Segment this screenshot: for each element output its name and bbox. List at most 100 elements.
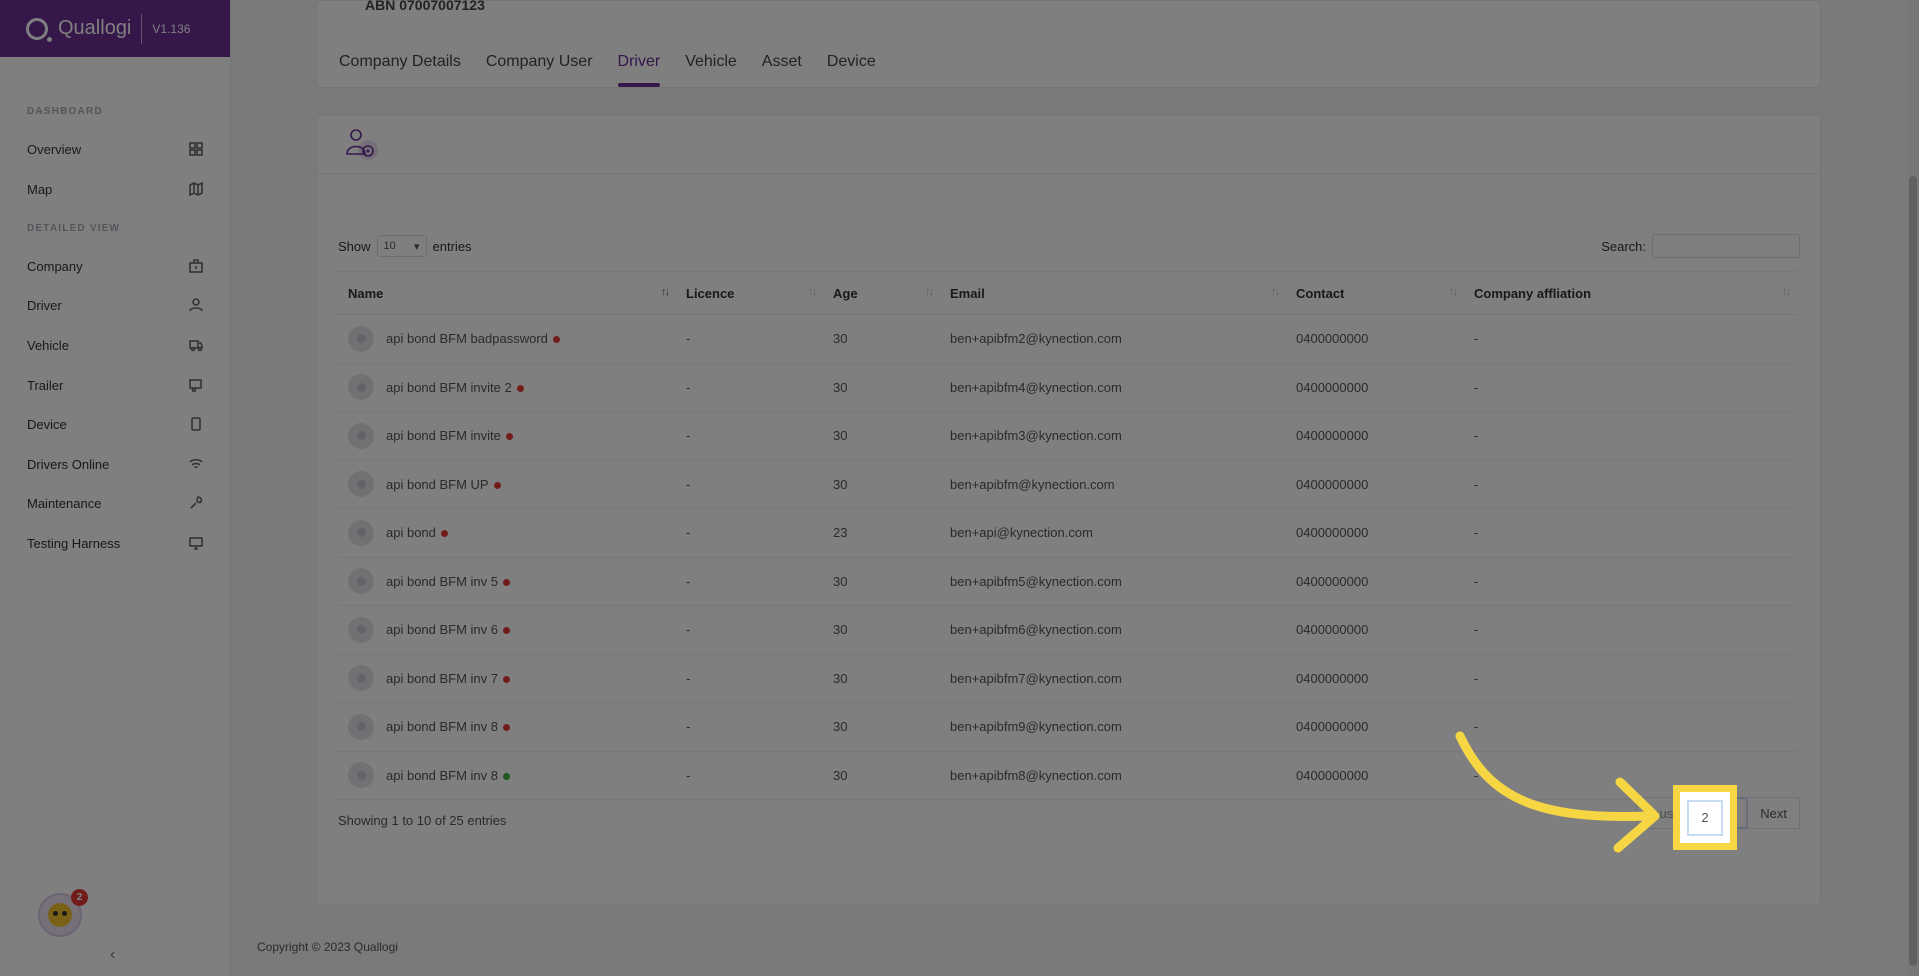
next-page-button[interactable]: Next [1747, 797, 1800, 829]
table-row[interactable]: api bond BFM inv 5-30 ben+apibfm5@kynecti… [338, 557, 1797, 606]
cell-company-affiliation: - [1464, 363, 1797, 412]
cell-age: 23 [823, 508, 940, 558]
driver-name[interactable]: api bond [386, 525, 448, 540]
cell-licence: - [676, 605, 823, 655]
cell-email: ben+apibfm3@kynection.com [940, 411, 1286, 461]
cell-email: ben+apibfm2@kynection.com [940, 314, 1286, 364]
cell-email: ben+apibfm8@kynection.com [940, 751, 1286, 800]
entries-select[interactable]: 10 ▾ [376, 235, 427, 257]
cell-licence: - [676, 411, 823, 461]
avatar [348, 325, 374, 352]
status-dot [503, 675, 511, 683]
tab-asset[interactable]: Asset [762, 53, 802, 71]
sidebar-item-vehicle[interactable]: Vehicle [27, 333, 203, 357]
cell-company-affiliation: - [1464, 508, 1797, 558]
sidebar-item-device[interactable]: Device [27, 412, 203, 436]
sidebar-item-label: Company [27, 258, 83, 274]
search-input[interactable] [1652, 234, 1800, 258]
cell-company-affiliation: - [1464, 460, 1797, 509]
table-row[interactable]: api bond BFM UP -30 ben+apibfm@kynection.c… [338, 460, 1797, 509]
cell-licence: - [676, 508, 823, 558]
column-header-company-affiliation[interactable]: Company affliation ↑↓ [1464, 271, 1797, 315]
driver-name[interactable]: api bond BFM inv 8 [386, 768, 511, 783]
status-dot [516, 384, 524, 392]
highlighted-page-2-button[interactable]: 2 [1673, 785, 1737, 850]
tab-driver[interactable]: Driver [617, 53, 660, 87]
sort-icon: ↑↓ [925, 286, 934, 298]
notification-badge: 2 [71, 889, 88, 906]
monitor-icon [189, 536, 203, 550]
drivers-table: Name ↑↓ Licence ↑↓ Age ↑↓ Email ↑↓ Contact ↑↓… [338, 271, 1797, 800]
robot-icon [48, 903, 72, 927]
tab-company-user[interactable]: Company User [486, 53, 593, 71]
column-header-name[interactable]: Name ↑↓ [338, 271, 676, 315]
column-header-email[interactable]: Email ↑↓ [940, 271, 1286, 315]
table-row[interactable]: api bond -23 ben+api@kynection.com 04000000… [338, 508, 1797, 558]
tab-vehicle[interactable]: Vehicle [685, 53, 737, 71]
sidebar-item-testing-harness[interactable]: Testing Harness [27, 531, 203, 555]
company-abn: ABN 07007007123 [365, 0, 485, 13]
sidebar-item-overview[interactable]: Overview [27, 137, 203, 161]
cell-name: api bond BFM inv 8 [338, 751, 676, 800]
cell-company-affiliation: - [1464, 654, 1797, 703]
driver-name[interactable]: api bond BFM inv 5 [386, 574, 511, 589]
cell-age: 30 [823, 363, 940, 412]
status-dot [503, 724, 511, 732]
column-header-age[interactable]: Age ↑↓ [823, 271, 940, 315]
cell-email: ben+apibfm7@kynection.com [940, 654, 1286, 703]
cell-company-affiliation: - [1464, 557, 1797, 606]
status-dot [552, 336, 560, 344]
cell-contact: 0400000000 [1286, 460, 1464, 509]
driver-name[interactable]: api bond BFM invite [386, 428, 513, 443]
page-scrollbar[interactable] [1907, 0, 1919, 976]
avatar [348, 762, 374, 789]
avatar [348, 568, 374, 595]
map-icon [189, 182, 203, 196]
table-row[interactable]: api bond BFM inv 8-30 ben+apibfm9@kynecti… [338, 702, 1797, 752]
sidebar-item-map[interactable]: Map [27, 177, 203, 201]
avatar [348, 422, 374, 449]
version-label: V1.136 [152, 21, 191, 36]
table-header-row: Name ↑↓ Licence ↑↓ Age ↑↓ Email ↑↓ Contact ↑↓… [338, 271, 1797, 315]
sidebar-item-company[interactable]: Company [27, 254, 203, 278]
driver-icon [346, 129, 378, 160]
sidebar-item-driver[interactable]: Driver [27, 293, 203, 317]
tab-device[interactable]: Device [827, 53, 876, 71]
avatar [348, 471, 374, 498]
column-header-contact[interactable]: Contact ↑↓ [1286, 271, 1464, 315]
table-row[interactable]: api bond BFM inv 7-30 ben+apibfm7@kynecti… [338, 654, 1797, 703]
sidebar-item-label: Map [27, 181, 53, 197]
sidebar-item-drivers-online[interactable]: Drivers Online [27, 452, 203, 476]
table-row[interactable]: api bond BFM inv 8-30 ben+apibfm8@kynecti… [338, 751, 1797, 800]
driver-name[interactable]: api bond BFM badpassword [386, 331, 560, 346]
cell-name: api bond BFM UP [338, 460, 676, 509]
brand-header[interactable]: Quallogi V1.136 [0, 0, 230, 57]
section-dashboard-label: DASHBOARD [27, 106, 103, 117]
driver-name[interactable]: api bond BFM UP [386, 477, 501, 492]
sidebar-item-trailer[interactable]: Trailer [27, 373, 203, 397]
table-row[interactable]: api bond BFM inv 6-30 ben+apibfm6@kynecti… [338, 605, 1797, 655]
collapse-sidebar-icon[interactable]: ‹ [110, 946, 115, 964]
table-row[interactable]: api bond BFM invite 2-30 ben+apibfm4@kyne… [338, 363, 1797, 412]
table-row[interactable]: api bond BFM badpassword -30 ben+apibfm2@k… [338, 314, 1797, 364]
phone-icon [189, 417, 203, 431]
driver-name[interactable]: api bond BFM inv 8 [386, 719, 511, 734]
cell-email: ben+apibfm5@kynection.com [940, 557, 1286, 606]
cell-email: ben+apibfm@kynection.com [940, 460, 1286, 509]
cell-company-affiliation: - [1464, 751, 1797, 800]
driver-name[interactable]: api bond BFM inv 7 [386, 671, 511, 686]
section-detailed-label: DETAILED VIEW [27, 223, 121, 234]
scrollbar-thumb[interactable] [1909, 176, 1917, 966]
avatar [348, 519, 374, 546]
column-header-licence[interactable]: Licence ↑↓ [676, 271, 823, 315]
cell-age: 30 [823, 702, 940, 752]
table-row[interactable]: api bond BFM invite -30 ben+apibfm3@kynect… [338, 411, 1797, 461]
driver-name[interactable]: api bond BFM invite 2 [386, 380, 524, 395]
sidebar-item-maintenance[interactable]: Maintenance [27, 491, 203, 515]
cell-licence: - [676, 702, 823, 752]
sidebar-item-label: Drivers Online [27, 456, 110, 472]
status-dot [440, 530, 448, 538]
driver-name[interactable]: api bond BFM inv 6 [386, 622, 511, 637]
cell-company-affiliation: - [1464, 411, 1797, 461]
tab-company-details[interactable]: Company Details [339, 53, 461, 71]
